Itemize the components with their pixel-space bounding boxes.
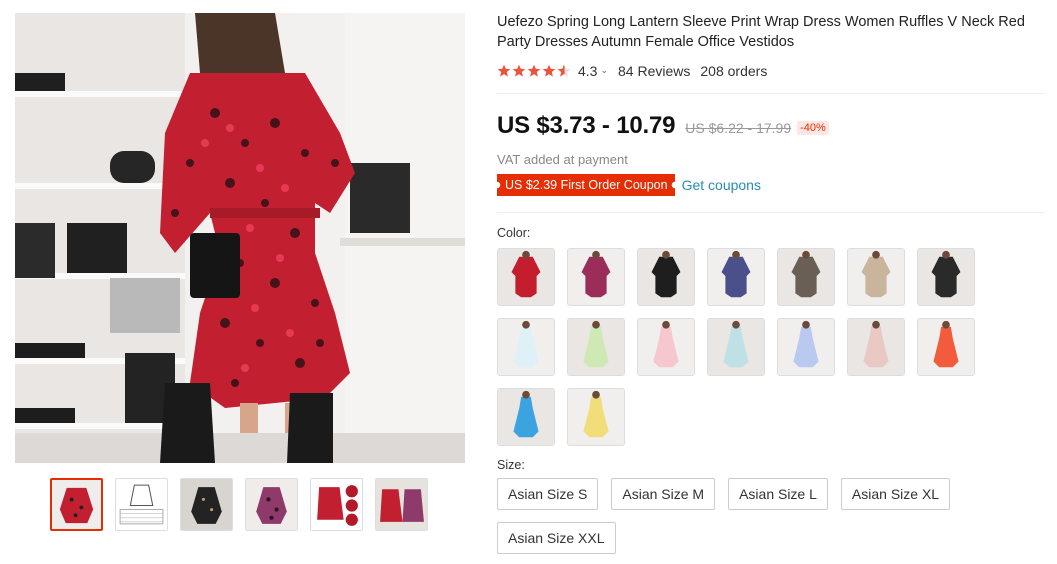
get-coupons-link[interactable]: Get coupons — [682, 177, 761, 193]
reviews-count[interactable]: 84 Reviews — [618, 63, 690, 79]
color-swatch[interactable] — [777, 318, 835, 376]
divider — [497, 93, 1045, 94]
swatch-image — [918, 249, 974, 305]
size-options: Asian Size S Asian Size M Asian Size L A… — [497, 478, 967, 554]
color-swatch[interactable] — [707, 248, 765, 306]
size-option-l[interactable]: Asian Size L — [728, 478, 828, 510]
color-swatch[interactable] — [497, 318, 555, 376]
swatch-image — [498, 389, 554, 445]
thumbnail-2[interactable] — [115, 478, 168, 531]
main-product-image[interactable] — [15, 13, 465, 463]
swatch-image — [568, 249, 624, 305]
color-swatch[interactable] — [497, 388, 555, 446]
thumbnail-1[interactable] — [50, 478, 103, 531]
swatch-image — [708, 319, 764, 375]
star-half-icon — [557, 64, 571, 77]
vat-note: VAT added at payment — [497, 152, 628, 167]
thumbnail-5[interactable] — [310, 478, 363, 531]
swatch-image — [778, 319, 834, 375]
thumbnail-4[interactable] — [245, 478, 298, 531]
size-option-xxl[interactable]: Asian Size XXL — [497, 522, 616, 554]
thumbnail-strip — [50, 478, 428, 531]
star-icon — [512, 64, 526, 77]
swatch-image — [638, 249, 694, 305]
size-label: Size: — [497, 458, 525, 472]
color-swatch[interactable] — [637, 248, 695, 306]
color-swatches — [497, 248, 1047, 446]
color-swatch[interactable] — [847, 318, 905, 376]
color-swatch[interactable] — [707, 318, 765, 376]
thumbnail-3[interactable] — [180, 478, 233, 531]
swatch-image — [848, 249, 904, 305]
star-rating[interactable] — [497, 64, 571, 78]
size-option-xl[interactable]: Asian Size XL — [840, 478, 951, 510]
current-price: US $3.73 - 10.79 — [497, 112, 676, 139]
size-option-m[interactable]: Asian Size M — [611, 478, 716, 510]
color-swatch[interactable] — [567, 248, 625, 306]
color-label: Color: — [497, 226, 531, 240]
swatch-image — [498, 249, 554, 305]
color-swatch[interactable] — [847, 248, 905, 306]
color-swatch[interactable] — [497, 248, 555, 306]
swatch-image — [638, 319, 694, 375]
thumbnail-6[interactable] — [375, 478, 428, 531]
star-icon — [497, 64, 511, 77]
swatch-image — [568, 319, 624, 375]
swatch-image — [778, 249, 834, 305]
color-swatch[interactable] — [777, 248, 835, 306]
chevron-down-icon[interactable]: ⌄ — [600, 65, 608, 76]
color-swatch[interactable] — [917, 248, 975, 306]
divider — [497, 212, 1045, 213]
swatch-image — [708, 249, 764, 305]
color-swatch[interactable] — [637, 318, 695, 376]
swatch-image — [568, 389, 624, 445]
color-swatch[interactable] — [917, 318, 975, 376]
orders-count: 208 orders — [700, 63, 768, 79]
first-order-coupon[interactable]: US $2.39 First Order Coupon — [497, 174, 675, 196]
rating-value: 4.3 — [578, 63, 598, 79]
color-swatch[interactable] — [567, 318, 625, 376]
rating-row: 4.3 ⌄ 84 Reviews 208 orders — [497, 61, 1047, 81]
original-price: US $6.22 - 17.99 — [685, 120, 792, 136]
price-row: US $3.73 - 10.79 US $6.22 - 17.99 -40% — [497, 112, 1047, 142]
product-title: Uefezo Spring Long Lantern Sleeve Print … — [497, 14, 1025, 50]
color-swatch[interactable] — [567, 388, 625, 446]
swatch-image — [918, 319, 974, 375]
swatch-image — [848, 319, 904, 375]
star-icon — [542, 64, 556, 77]
discount-badge: -40% — [797, 121, 829, 135]
product-photo — [15, 13, 465, 463]
product-info: Uefezo Spring Long Lantern Sleeve Print … — [497, 12, 1047, 554]
coupon-row: US $2.39 First Order Coupon Get coupons — [497, 174, 1047, 196]
swatch-image — [498, 319, 554, 375]
star-icon — [527, 64, 541, 77]
size-option-s[interactable]: Asian Size S — [497, 478, 599, 510]
